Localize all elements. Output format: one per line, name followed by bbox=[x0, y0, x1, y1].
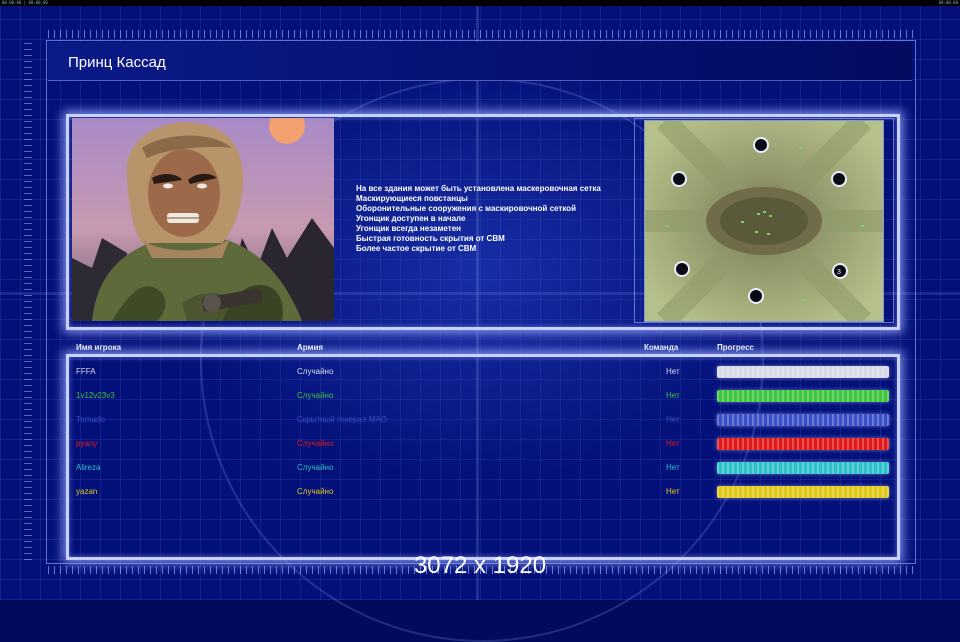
ruler-top bbox=[48, 30, 914, 38]
start-position-marker bbox=[671, 171, 687, 187]
progress-bar-fill bbox=[717, 438, 889, 450]
table-row: 1v12v23v3 Случайно Нет bbox=[72, 388, 892, 406]
progress-bar-fill bbox=[717, 366, 889, 378]
progress-bar-fill bbox=[717, 462, 889, 474]
status-left: 00:00:00 | 00:00:00 bbox=[2, 0, 48, 5]
table-row: yazan Случайно Нет bbox=[72, 484, 892, 502]
start-position-marker bbox=[831, 171, 847, 187]
start-position-marker bbox=[748, 288, 764, 304]
progress-bar bbox=[717, 390, 889, 402]
player-army: Случайно bbox=[297, 463, 334, 472]
table-row: Alireza Случайно Нет bbox=[72, 460, 892, 478]
player-team: Нет bbox=[666, 463, 680, 472]
player-name: 1v12v23v3 bbox=[76, 391, 115, 400]
top-status-bar: 00:00:00 | 00:00:00 00:00:00 bbox=[0, 0, 960, 6]
player-team: Нет bbox=[666, 439, 680, 448]
header-player-name: Имя игрока bbox=[76, 343, 122, 352]
player-name: Tornado bbox=[76, 415, 105, 424]
player-army: Случайно bbox=[297, 367, 334, 376]
progress-bar bbox=[717, 366, 889, 378]
player-name: pyany bbox=[76, 439, 98, 448]
title-bar bbox=[48, 42, 912, 81]
table-row: FFFA Случайно Нет bbox=[72, 364, 892, 382]
feature-item: Более частое скрытие от СВМ bbox=[356, 244, 477, 253]
start-position-marker bbox=[753, 137, 769, 153]
progress-bar bbox=[717, 462, 889, 474]
header-team: Команда bbox=[644, 343, 679, 352]
player-army: Случайно bbox=[297, 391, 334, 400]
table-row: pyany Случайно Нет bbox=[72, 436, 892, 454]
player-army: Случайно bbox=[297, 487, 334, 496]
feature-item: Маскирующиеся повстанцы bbox=[356, 194, 468, 203]
feature-item: Быстрая готовность скрытия от СВМ bbox=[356, 234, 505, 243]
player-army: Скрытный генерал МАО bbox=[297, 415, 387, 424]
general-portrait bbox=[72, 118, 334, 321]
progress-bar bbox=[717, 414, 889, 426]
start-position-label: 3 bbox=[837, 269, 841, 276]
start-position-marker bbox=[674, 261, 690, 277]
player-army: Случайно bbox=[297, 439, 334, 448]
player-name: yazan bbox=[76, 487, 98, 496]
resolution-overlay: 3072 x 1920 bbox=[413, 552, 547, 579]
feature-item: На все здания может быть установлена мас… bbox=[356, 184, 601, 193]
progress-bar-fill bbox=[717, 486, 889, 498]
progress-bar bbox=[717, 438, 889, 450]
header-army: Армия bbox=[297, 343, 324, 352]
player-name: Alireza bbox=[76, 463, 101, 472]
header-progress: Прогресс bbox=[717, 343, 754, 352]
progress-bar-fill bbox=[717, 414, 889, 426]
minimap: 3 bbox=[644, 120, 884, 322]
player-team: Нет bbox=[666, 367, 680, 376]
player-team: Нет bbox=[666, 487, 680, 496]
general-features-list: На все здания может быть установлена мас… bbox=[356, 184, 601, 254]
feature-item: Оборонительные сооружения с маскировочно… bbox=[356, 204, 576, 213]
progress-bar bbox=[717, 486, 889, 498]
player-name: FFFA bbox=[76, 367, 96, 376]
table-row: Tornado Скрытный генерал МАО Нет bbox=[72, 412, 892, 430]
ruler-left bbox=[24, 40, 32, 560]
players-panel bbox=[66, 354, 900, 560]
status-right: 00:00:00 bbox=[938, 0, 958, 5]
player-team: Нет bbox=[666, 415, 680, 424]
progress-bar-fill bbox=[717, 390, 889, 402]
feature-item: Угонщик всегда незаметен bbox=[356, 224, 461, 233]
page-title: Принц Кассад bbox=[68, 54, 166, 71]
feature-item: Угонщик доступен в начале bbox=[356, 214, 466, 223]
player-team: Нет bbox=[666, 391, 680, 400]
